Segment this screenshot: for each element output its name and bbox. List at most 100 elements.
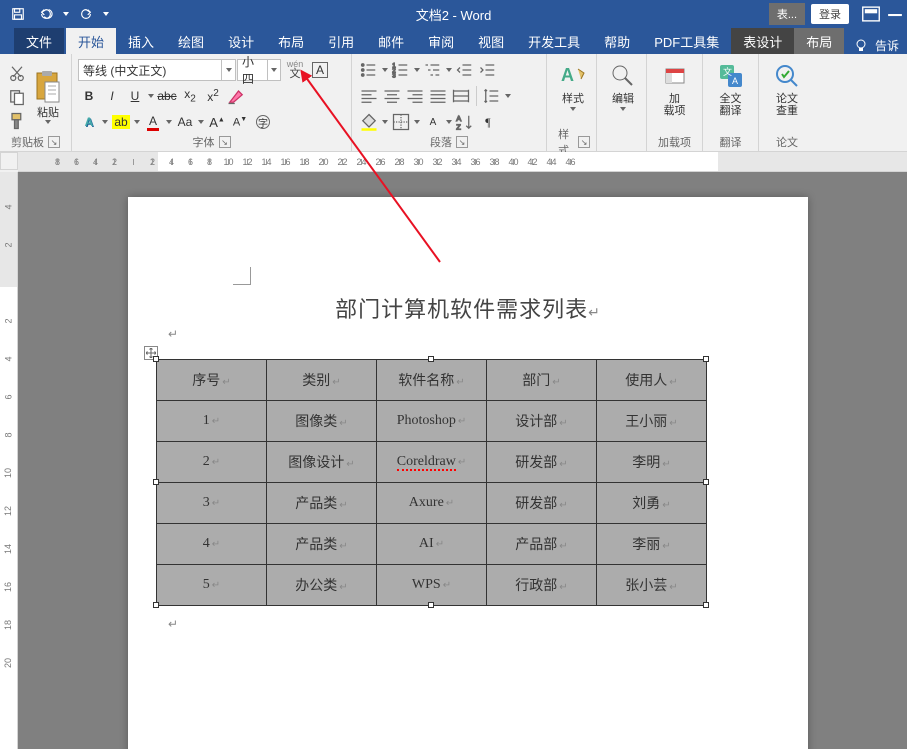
table-cell[interactable]: 5↵	[157, 565, 267, 606]
styles-button[interactable]: A 样式	[553, 58, 593, 124]
document-area[interactable]: 部门计算机软件需求列表↵ ↵ 序号↵类别↵软件名称↵部门↵使用人↵1↵图像类↵P…	[18, 172, 907, 749]
sort-button[interactable]: AZ	[454, 111, 476, 133]
strike-button[interactable]: abc	[156, 85, 178, 107]
tab-references[interactable]: 引用	[316, 28, 366, 54]
table-row[interactable]: 5↵办公类↵WPS↵行政部↵张小芸↵	[157, 565, 707, 606]
copy-button[interactable]	[6, 86, 28, 108]
undo-button[interactable]	[34, 3, 58, 25]
table-cell[interactable]: 1↵	[157, 401, 267, 442]
table-cell[interactable]: 刘勇↵	[597, 483, 707, 524]
table-cell[interactable]: Coreldraw↵	[377, 442, 487, 483]
table-cell[interactable]: 产品部↵	[487, 524, 597, 565]
underline-dropdown[interactable]	[147, 85, 155, 107]
table-cell[interactable]: Axure↵	[377, 483, 487, 524]
increase-indent-button[interactable]	[477, 59, 499, 81]
char-border-button[interactable]: A	[309, 59, 331, 81]
login-button[interactable]: 登录	[811, 4, 849, 24]
line-spacing-button[interactable]	[481, 85, 503, 107]
distribute-button[interactable]	[450, 85, 472, 107]
line-spacing-dropdown[interactable]	[504, 85, 512, 107]
table-cell[interactable]: 产品类↵	[267, 524, 377, 565]
font-color-dropdown[interactable]	[165, 111, 173, 133]
table-header-cell[interactable]: 部门↵	[487, 360, 597, 401]
borders-dropdown[interactable]	[413, 111, 421, 133]
redo-button[interactable]	[74, 3, 98, 25]
table-header-cell[interactable]: 使用人↵	[597, 360, 707, 401]
table-row[interactable]: 2↵图像设计↵Coreldraw↵研发部↵李明↵	[157, 442, 707, 483]
tab-file[interactable]: 文件	[14, 28, 64, 54]
addin-button[interactable]: 加 载项	[653, 58, 696, 124]
table-cell[interactable]: 行政部↵	[487, 565, 597, 606]
selection-handle[interactable]	[428, 356, 434, 362]
phonetic-guide-button[interactable]: wén文	[282, 59, 308, 81]
text-effects-button[interactable]: A	[78, 111, 100, 133]
tab-home[interactable]: 开始	[66, 28, 116, 54]
shrink-font-button[interactable]: A▼	[229, 111, 251, 133]
undo-dropdown[interactable]	[62, 3, 70, 25]
font-family-combo[interactable]: 等线 (中文正文)	[78, 59, 236, 81]
underline-button[interactable]: U	[124, 85, 146, 107]
highlight-button[interactable]: ab	[110, 111, 132, 133]
font-launcher[interactable]: ↘	[219, 136, 231, 148]
data-table[interactable]: 序号↵类别↵软件名称↵部门↵使用人↵1↵图像类↵Photoshop↵设计部↵王小…	[156, 359, 707, 606]
tab-table-design[interactable]: 表设计	[731, 28, 794, 54]
table-cell[interactable]: Photoshop↵	[377, 401, 487, 442]
enclose-char-button[interactable]: 字	[252, 111, 274, 133]
tab-layout[interactable]: 布局	[266, 28, 316, 54]
table-cell[interactable]: 李丽↵	[597, 524, 707, 565]
table-cell[interactable]: 设计部↵	[487, 401, 597, 442]
dup-check-button[interactable]: 论文 查重	[765, 58, 809, 124]
show-marks-button[interactable]: ¶	[477, 111, 499, 133]
tab-help[interactable]: 帮助	[592, 28, 642, 54]
format-painter-button[interactable]	[6, 110, 28, 132]
qat-customize[interactable]	[102, 3, 110, 25]
selection-handle[interactable]	[153, 602, 159, 608]
clear-format-button[interactable]	[225, 85, 247, 107]
table-cell[interactable]: 2↵	[157, 442, 267, 483]
align-right-button[interactable]	[404, 85, 426, 107]
table-cell[interactable]: 产品类↵	[267, 483, 377, 524]
align-center-button[interactable]	[381, 85, 403, 107]
tab-pdf[interactable]: PDF工具集	[642, 28, 731, 54]
table-cell[interactable]: 研发部↵	[487, 483, 597, 524]
table-row[interactable]: 1↵图像类↵Photoshop↵设计部↵王小丽↵	[157, 401, 707, 442]
font-family-dropdown[interactable]	[221, 60, 235, 80]
asian-layout-button[interactable]: A	[422, 111, 444, 133]
editing-button[interactable]: 编辑	[603, 58, 643, 124]
paste-button[interactable]: 粘贴	[30, 67, 66, 127]
styles-launcher[interactable]: ↘	[578, 136, 590, 148]
clipboard-launcher[interactable]: ↘	[48, 136, 60, 148]
table-header-cell[interactable]: 软件名称↵	[377, 360, 487, 401]
bullets-dropdown[interactable]	[381, 59, 389, 81]
tab-review[interactable]: 审阅	[416, 28, 466, 54]
table-cell[interactable]: 研发部↵	[487, 442, 597, 483]
multilevel-dropdown[interactable]	[445, 59, 453, 81]
multilevel-button[interactable]	[422, 59, 444, 81]
shading-dropdown[interactable]	[381, 111, 389, 133]
tab-dev[interactable]: 开发工具	[516, 28, 592, 54]
table-cell[interactable]: 王小丽↵	[597, 401, 707, 442]
change-case-button[interactable]: Aa	[174, 111, 196, 133]
grow-font-button[interactable]: A▲	[206, 111, 228, 133]
decrease-indent-button[interactable]	[454, 59, 476, 81]
text-effects-dropdown[interactable]	[101, 111, 109, 133]
cut-button[interactable]	[6, 62, 28, 84]
table-cell[interactable]: 李明↵	[597, 442, 707, 483]
table-header-cell[interactable]: 类别↵	[267, 360, 377, 401]
minimize-button[interactable]	[883, 3, 907, 25]
font-size-combo[interactable]: 小四	[237, 59, 281, 81]
table-cell[interactable]: AI↵	[377, 524, 487, 565]
table-cell[interactable]: 办公类↵	[267, 565, 377, 606]
save-button[interactable]	[6, 3, 30, 25]
highlight-dropdown[interactable]	[133, 111, 141, 133]
superscript-button[interactable]: x2	[202, 85, 224, 107]
asian-dropdown[interactable]	[445, 111, 453, 133]
table-cell[interactable]: 4↵	[157, 524, 267, 565]
selection-handle[interactable]	[153, 356, 159, 362]
table-cell[interactable]: 3↵	[157, 483, 267, 524]
numbering-button[interactable]: 123	[390, 59, 412, 81]
table-cell[interactable]: 图像类↵	[267, 401, 377, 442]
justify-button[interactable]	[427, 85, 449, 107]
tell-me-label[interactable]: 告诉	[875, 37, 899, 54]
subscript-button[interactable]: x2	[179, 85, 201, 107]
